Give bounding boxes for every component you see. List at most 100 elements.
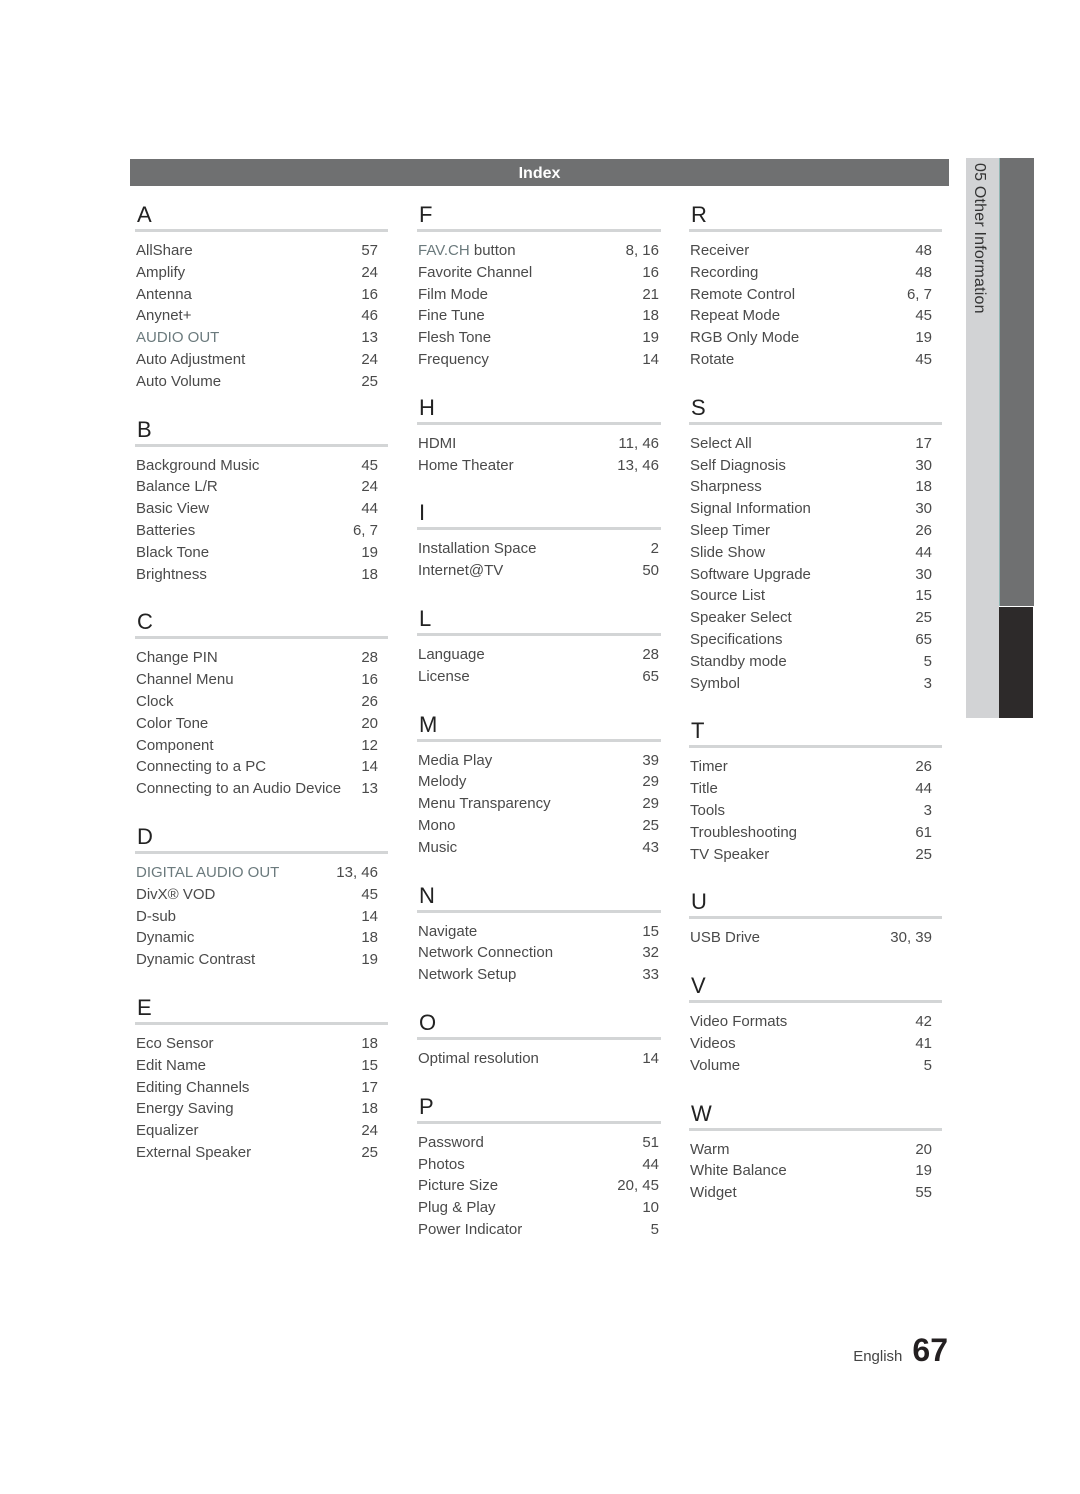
index-entry: Black Tone 19 — [136, 542, 388, 564]
entry-term: Film Mode — [418, 284, 488, 306]
entry-term: Edit Name — [136, 1055, 206, 1077]
section-divider — [417, 1036, 661, 1040]
entry-term-text: Sharpness — [690, 478, 762, 496]
section-letter: N — [419, 882, 435, 908]
index-entry: Anynet+ 46 — [136, 305, 388, 327]
entry-term-text: Auto Adjustment — [136, 350, 246, 368]
entry-term: Speaker Select — [690, 607, 792, 629]
entry-term-text: Language — [418, 645, 485, 663]
index-section-n: N Navigate 15 Network Connection 32 Network S… — [417, 881, 661, 986]
entry-pages: 44 — [915, 780, 932, 798]
entry-pages: 57 — [361, 242, 378, 259]
entry-pages: 25 — [915, 609, 932, 627]
entry-term-text: Speaker Select — [690, 609, 792, 627]
index-entry: Batteries 6, 7 — [136, 520, 388, 542]
index-entry: D-sub 14 — [136, 906, 388, 928]
index-entry: Background Music 45 — [136, 455, 388, 477]
entry-pages: 25 — [361, 1143, 378, 1161]
index-entry: Connecting to an Audio Device 13 — [136, 778, 388, 800]
section-divider — [417, 738, 661, 742]
entry-term: Energy Saving — [136, 1098, 234, 1120]
entry-term-text: TV Speaker — [690, 845, 770, 863]
entry-term: White Balance — [690, 1160, 787, 1182]
entry-term: D-sub — [136, 906, 176, 928]
entry-term: Basic View — [136, 498, 209, 520]
entry-pages: 26 — [915, 758, 932, 776]
index-entry: Repeat Mode 45 — [690, 305, 942, 327]
entry-pages: 15 — [361, 1056, 378, 1074]
entry-pages: 43 — [642, 838, 659, 856]
index-entry: Music 43 — [418, 837, 661, 859]
index-entry: Auto Volume 25 — [136, 371, 388, 393]
entry-pages: 25 — [915, 845, 932, 863]
footer-language: English — [853, 1348, 903, 1365]
section-letter: O — [419, 1009, 437, 1035]
entry-term: Amplify — [136, 262, 185, 284]
entry-pages: 45 — [915, 350, 932, 368]
index-entry: Software Upgrade 30 — [690, 564, 942, 586]
entry-term-text: RGB Only Mode — [690, 329, 800, 347]
entry-term: Connecting to an Audio Device — [136, 778, 341, 800]
entry-term-text: Warm — [690, 1140, 730, 1158]
entry-term: Photos — [418, 1154, 465, 1176]
entry-term-text: Rotate — [690, 350, 735, 368]
entry-term: Receiver — [690, 240, 749, 262]
index-entry: Source List 15 — [690, 585, 942, 607]
section-letter: U — [691, 889, 707, 915]
section-divider — [135, 229, 388, 232]
index-entry: Network Setup 33 — [418, 964, 661, 986]
entry-pages: 44 — [642, 1155, 659, 1173]
entry-term-keyword: DIGITAL AUDIO OUT — [136, 863, 280, 881]
index-entry: Antenna 16 — [136, 284, 388, 306]
entry-term: Component — [136, 735, 214, 757]
entry-term-text: Channel Menu — [136, 671, 234, 689]
entry-pages: 19 — [915, 1162, 932, 1180]
index-section-f: F FAV.CH button 8, 16 Favorite Channel 16 Fil… — [417, 200, 661, 371]
section-divider — [689, 916, 942, 920]
entry-pages: 29 — [642, 773, 659, 791]
entry-term-text: Standby mode — [690, 652, 787, 670]
index-entry: RGB Only Mode 19 — [690, 327, 942, 349]
entry-term: Mono — [418, 815, 456, 837]
entry-term-text: White Balance — [690, 1162, 787, 1180]
section-letter: P — [419, 1093, 434, 1119]
entry-term: RGB Only Mode — [690, 327, 799, 349]
index-entry: Home Theater 13, 46 — [418, 455, 661, 477]
entry-pages: 46 — [361, 307, 378, 325]
index-entry: Dynamic 18 — [136, 927, 388, 949]
entry-pages: 14 — [361, 907, 378, 925]
index-entry: Internet@TV 50 — [418, 560, 661, 582]
entry-term: Source List — [690, 585, 765, 607]
entry-term-text: Repeat Mode — [690, 307, 781, 325]
index-entry: Dynamic Contrast 19 — [136, 949, 388, 971]
entry-term: Eco Sensor — [136, 1033, 214, 1055]
entry-pages: 20 — [361, 714, 378, 732]
entry-pages: 10 — [642, 1199, 659, 1217]
section-divider — [689, 1000, 942, 1004]
entry-term-text: Melody — [418, 773, 467, 791]
entry-term: Password — [418, 1132, 484, 1154]
entry-pages: 17 — [915, 434, 932, 452]
section-divider — [417, 632, 661, 636]
entry-term-text: Plug & Play — [418, 1199, 496, 1217]
entry-pages: 44 — [915, 543, 932, 561]
index-entry: Remote Control 6, 7 — [690, 284, 942, 306]
entry-term: Connecting to a PC — [136, 756, 266, 778]
entry-pages: 3 — [923, 801, 932, 819]
entry-term-text: Batteries — [136, 521, 196, 539]
entry-pages: 16 — [642, 263, 659, 281]
entry-term: Editing Channels — [136, 1077, 249, 1099]
chapter-tab-bar — [999, 158, 1034, 606]
entry-term-text: Component — [136, 736, 214, 754]
index-entry: Select All 17 — [690, 433, 942, 455]
entry-term: Plug & Play — [418, 1197, 496, 1219]
section-divider — [135, 443, 388, 447]
entry-pages: 50 — [642, 562, 659, 580]
entry-term-text: Black Tone — [136, 543, 210, 561]
index-entry: Component 12 — [136, 735, 388, 757]
entry-term-text: Password — [418, 1133, 484, 1151]
section-divider — [689, 229, 942, 232]
index-entry: FAV.CH button 8, 16 — [418, 240, 661, 262]
entry-term: Navigate — [418, 921, 477, 943]
section-letter: H — [419, 394, 435, 420]
